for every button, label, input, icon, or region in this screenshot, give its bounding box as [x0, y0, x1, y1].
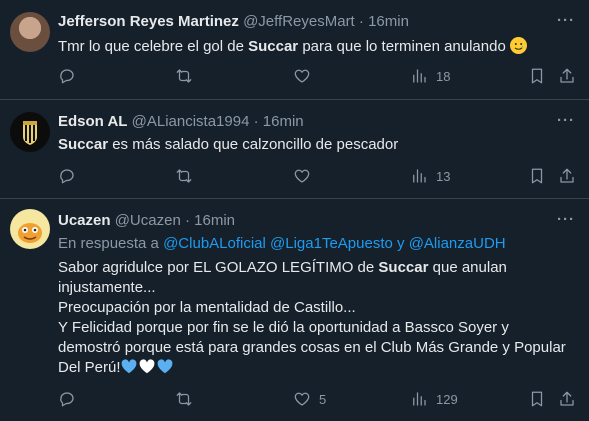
blue-heart-icon: [121, 359, 136, 374]
user-handle[interactable]: @JeffReyesMart: [243, 13, 355, 30]
reply-icon: [60, 69, 74, 84]
text-line: Sabor agridulce por EL GOLAZO LEGÍTIMO d…: [58, 258, 577, 278]
views-button[interactable]: 13: [410, 166, 450, 186]
more-options-icon[interactable]: ···: [557, 112, 575, 129]
text-part: que anulan: [428, 259, 507, 276]
text-line: injustamente...: [58, 279, 156, 296]
avatar[interactable]: [10, 12, 50, 52]
bookmark-button[interactable]: [528, 66, 546, 86]
display-name[interactable]: Jefferson Reyes Martinez: [58, 13, 239, 30]
text-line: Del Perú!: [58, 358, 577, 378]
text-part: es más salado que calzoncillo de pescado…: [108, 136, 399, 153]
tweet[interactable]: Edson AL @ALiancista1994 · 16min Succar …: [0, 100, 589, 199]
separator-dot: ·: [253, 113, 259, 130]
avatar[interactable]: [10, 112, 50, 152]
display-name[interactable]: Edson AL: [58, 113, 127, 130]
like-button[interactable]: [293, 66, 311, 86]
tweet-actions: 5 129: [58, 389, 577, 409]
more-options-icon[interactable]: ···: [557, 12, 575, 29]
bookmark-button[interactable]: [528, 166, 546, 186]
separator-dot: ·: [184, 212, 190, 229]
text-line: demostró porque está para grandes cosas …: [58, 339, 566, 356]
smiling-face-with-tear-icon: [509, 37, 527, 54]
timestamp[interactable]: 16min: [263, 113, 304, 130]
retweet-button[interactable]: [175, 66, 193, 86]
reply-context: En respuesta a @ClubALoficial @Liga1TeAp…: [58, 234, 577, 254]
blue-heart-icon: [157, 359, 172, 374]
separator-dot: ·: [358, 13, 364, 30]
retweet-icon: [176, 69, 192, 83]
reply-icon: [60, 169, 74, 184]
views-icon: [413, 69, 426, 83]
like-icon: [294, 392, 310, 406]
share-icon: [560, 168, 574, 183]
retweet-icon: [176, 169, 192, 183]
views-button[interactable]: 129: [410, 389, 458, 409]
like-button[interactable]: 5: [293, 389, 326, 409]
share-button[interactable]: [558, 66, 576, 86]
views-count: 18: [436, 68, 451, 84]
text-bold: Succar: [378, 259, 429, 276]
share-icon: [560, 68, 574, 83]
share-icon: [560, 391, 574, 406]
bookmark-icon: [531, 68, 543, 84]
reply-button[interactable]: [58, 166, 76, 186]
retweet-button[interactable]: [175, 389, 193, 409]
timestamp[interactable]: 16min: [194, 212, 235, 229]
user-handle[interactable]: @ALiancista1994: [132, 113, 250, 130]
views-icon: [413, 169, 426, 183]
tweet-actions: 13: [58, 166, 577, 186]
text-bold: Succar: [248, 38, 299, 55]
views-button[interactable]: 18: [410, 66, 450, 86]
tweet-header: Jefferson Reyes Martinez @JeffReyesMart …: [58, 12, 577, 32]
views-count: 13: [436, 168, 451, 184]
text-part: Tmr lo que celebre el gol de: [58, 38, 249, 55]
tweet-text: Succar es más salado que calzoncillo de …: [58, 135, 577, 155]
reply-button[interactable]: [58, 66, 76, 86]
timestamp[interactable]: 16min: [368, 13, 409, 30]
user-handle[interactable]: @Ucazen: [115, 212, 181, 229]
like-icon: [294, 169, 310, 183]
reply-and: y: [392, 235, 409, 252]
white-heart-icon: [139, 359, 154, 374]
tweet[interactable]: Jefferson Reyes Martinez @JeffReyesMart …: [0, 0, 589, 100]
share-button[interactable]: [558, 166, 576, 186]
like-icon: [294, 69, 310, 83]
tweet-actions: 18: [58, 66, 577, 86]
views-count: 129: [436, 391, 458, 407]
tweet[interactable]: Ucazen @Ucazen · 16min En respuesta a @C…: [0, 199, 589, 421]
retweet-button[interactable]: [175, 166, 193, 186]
tweet-header: Ucazen @Ucazen · 16min: [58, 211, 577, 231]
text-part: para que lo terminen anulando: [298, 38, 510, 55]
views-icon: [413, 392, 426, 406]
reply-prefix: En respuesta a: [58, 235, 164, 252]
likes-count: 5: [319, 391, 327, 407]
like-button[interactable]: [293, 166, 311, 186]
share-button[interactable]: [558, 389, 576, 409]
tweet-header: Edson AL @ALiancista1994 · 16min: [58, 112, 577, 132]
text-part: Sabor agridulce por EL GOLAZO LEGÍTIMO d…: [58, 259, 379, 276]
avatar[interactable]: [10, 209, 50, 249]
text-bold: Succar: [58, 136, 109, 153]
tweet-text: Tmr lo que celebre el gol de Succar para…: [58, 37, 577, 57]
tweet-text: Sabor agridulce por EL GOLAZO LEGÍTIMO d…: [58, 258, 577, 378]
mention-link[interactable]: @ClubALoficial: [163, 235, 266, 252]
text-part: Del Perú!: [58, 359, 121, 376]
bookmark-icon: [531, 391, 543, 407]
more-options-icon[interactable]: ···: [557, 211, 575, 228]
text-line: Preocupación por la mentalidad de Castil…: [58, 299, 356, 316]
bookmark-button[interactable]: [528, 389, 546, 409]
retweet-icon: [176, 392, 192, 406]
mention-link[interactable]: @AlianzaUDH: [409, 235, 506, 252]
reply-icon: [60, 392, 74, 407]
display-name[interactable]: Ucazen: [58, 212, 111, 229]
reply-button[interactable]: [58, 389, 76, 409]
text-line: Y Felicidad porque por fin se le dió la …: [58, 319, 509, 336]
bookmark-icon: [531, 168, 543, 184]
mention-link[interactable]: @Liga1TeApuesto: [270, 235, 393, 252]
